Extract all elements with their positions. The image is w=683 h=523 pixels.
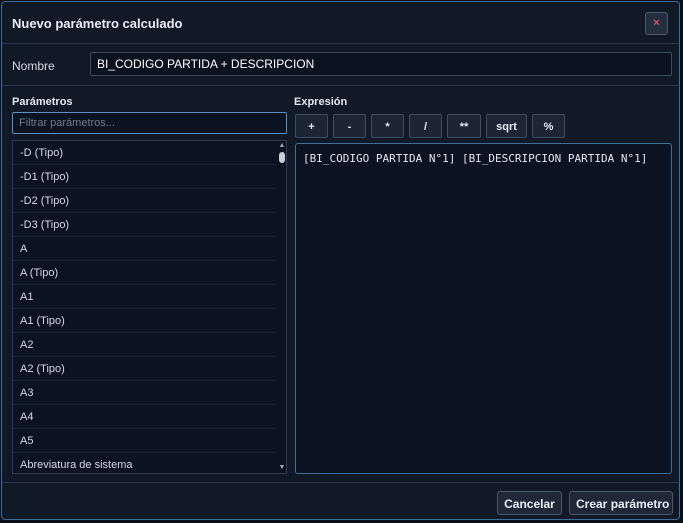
dialog-footer: Cancelar Crear parámetro xyxy=(2,482,679,519)
close-icon: × xyxy=(653,17,660,29)
list-item[interactable]: A4 xyxy=(13,405,276,429)
operator-power-button[interactable]: ** xyxy=(447,114,481,138)
list-item[interactable]: A2 xyxy=(13,333,276,357)
list-item[interactable]: -D (Tipo) xyxy=(13,141,276,165)
list-item[interactable]: -D3 (Tipo) xyxy=(13,213,276,237)
cancel-button[interactable]: Cancelar xyxy=(497,491,562,515)
operator-multiply-button[interactable]: * xyxy=(371,114,404,138)
list-item[interactable]: A (Tipo) xyxy=(13,261,276,285)
name-row: Nombre xyxy=(2,44,679,86)
dialog-title: Nuevo parámetro calculado xyxy=(12,16,183,31)
list-item[interactable]: A1 xyxy=(13,285,276,309)
expression-label: Expresión xyxy=(294,96,348,108)
scroll-thumb[interactable] xyxy=(279,152,285,163)
expression-editor[interactable]: [BI_CODIGO PARTIDA N°1] [BI_DESCRIPCION … xyxy=(295,143,672,474)
list-item[interactable]: A1 (Tipo) xyxy=(13,309,276,333)
list-item[interactable]: A3 xyxy=(13,381,276,405)
list-item[interactable]: A5 xyxy=(13,429,276,453)
parameters-scrollbar[interactable]: ▲ ▼ xyxy=(277,141,286,473)
operator-percent-button[interactable]: % xyxy=(532,114,565,138)
operator-plus-button[interactable]: + xyxy=(295,114,328,138)
list-item[interactable]: -D1 (Tipo) xyxy=(13,165,276,189)
create-parameter-button[interactable]: Crear parámetro xyxy=(569,491,673,515)
parameters-list[interactable]: -D (Tipo) -D1 (Tipo) -D2 (Tipo) -D3 (Tip… xyxy=(12,140,287,474)
list-item[interactable]: -D2 (Tipo) xyxy=(13,189,276,213)
parameters-label: Parámetros xyxy=(12,96,73,108)
list-item[interactable]: A2 (Tipo) xyxy=(13,357,276,381)
filter-parameters-input[interactable] xyxy=(12,112,287,134)
list-item[interactable]: A xyxy=(13,237,276,261)
list-item[interactable]: Abreviatura de sistema xyxy=(13,453,276,473)
operator-sqrt-button[interactable]: sqrt xyxy=(486,114,527,138)
dialog-titlebar: Nuevo parámetro calculado × xyxy=(2,2,679,44)
operator-divide-button[interactable]: / xyxy=(409,114,442,138)
name-label: Nombre xyxy=(12,59,55,73)
scroll-up-arrow-icon[interactable]: ▲ xyxy=(277,141,286,151)
close-button[interactable]: × xyxy=(645,12,668,35)
operator-minus-button[interactable]: - xyxy=(333,114,366,138)
name-input[interactable] xyxy=(90,52,672,76)
calculated-parameter-dialog: Nuevo parámetro calculado × Nombre Parám… xyxy=(1,1,680,520)
scroll-down-arrow-icon[interactable]: ▼ xyxy=(277,463,286,473)
